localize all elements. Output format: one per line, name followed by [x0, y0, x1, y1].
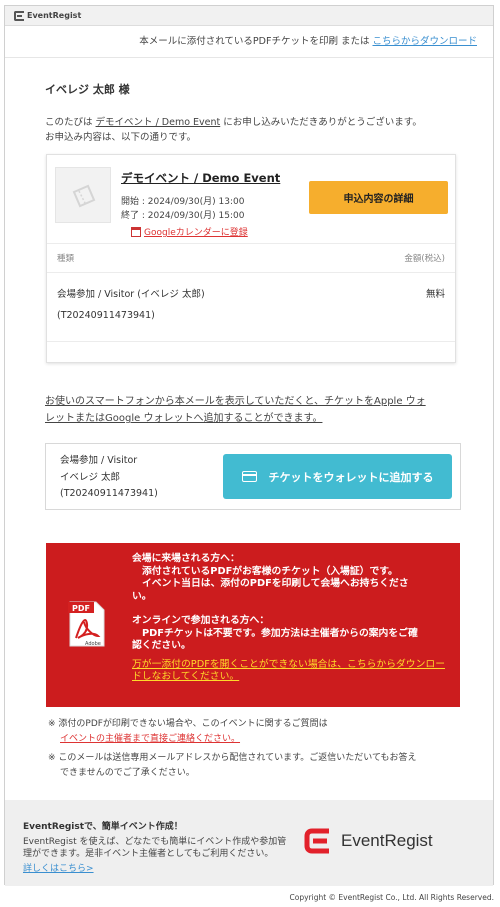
footer: EventRegistで、簡単イベント作成！ EventRegist を使えば、…: [5, 800, 493, 886]
notice-heading-venue: 会場に来場される方へ：: [132, 553, 240, 564]
print-bar: 本メールに添付されているPDFチケットを印刷 または こちらからダウンロード: [139, 33, 477, 47]
note-2-cont: できませんのでご了承ください。: [60, 767, 195, 778]
event-thumbnail: [55, 167, 111, 223]
footer-body-line2: 理ができます。是非イベント主催者としてもご利用ください。: [23, 849, 274, 859]
notice-line-3: い。: [132, 590, 152, 602]
redownload-link-line2[interactable]: ドしなおしてください。: [132, 671, 450, 684]
footer-logo-text: EventRegist: [341, 831, 433, 850]
learn-more-link[interactable]: 詳しくはこちら>: [23, 861, 94, 874]
wallet-ticket-number: (T20240911473941): [60, 488, 158, 499]
footer-body: EventRegist を使えば、どなたでも簡単にイベント作成や参加管 理ができ…: [23, 836, 288, 860]
small-logo-text: EventRegist: [27, 11, 82, 20]
print-bar-text: 本メールに添付されているPDFチケットを印刷 または: [139, 36, 373, 47]
top-bar: EventRegist: [5, 6, 493, 26]
footer-body-line1: EventRegist を使えば、どなたでも簡単にイベント作成や参加管: [23, 837, 287, 847]
notice-line-2: イベント当日は、添付のPDFを印刷して会場へお持ちくださ: [142, 578, 409, 589]
header-type: 種類: [57, 254, 75, 264]
eventregist-logo-icon: [14, 10, 24, 21]
wallet-ticket-type: 会場参加 / Visitor: [60, 455, 138, 466]
notes: ※ 添付のPDFが印刷できない場合や、このイベントに関するご質問は イベントの主…: [48, 717, 464, 780]
ticket-price: 無料: [425, 289, 445, 300]
note-1: ※ 添付のPDFが印刷できない場合や、このイベントに関するご質問は: [48, 719, 328, 729]
notice-text: 会場に来場される方へ： 添付されているPDFがお客様のチケット（入場証）です。 …: [132, 553, 450, 684]
card-divider: [47, 341, 455, 342]
wallet-attendee: イベレジ 太郎: [60, 472, 121, 483]
event-title[interactable]: デモイベント / Demo Event: [121, 170, 280, 186]
eventregist-footer-logo[interactable]: EventRegist: [303, 826, 433, 856]
event-card: デモイベント / Demo Event 開始 : 2024/09/30(月) 1…: [46, 154, 456, 363]
wallet-card-icon: [241, 471, 257, 482]
download-link[interactable]: こちらからダウンロード: [372, 36, 477, 47]
wallet-text-line1: お使いのスマートフォンから本メールを表示していただくと、チケットをApple ウ…: [45, 396, 426, 407]
divider: [5, 57, 493, 58]
event-start: 開始 : 2024/09/30(月) 13:00: [121, 197, 245, 207]
pdf-label: PDF: [72, 604, 90, 613]
ticket-number: (T20240911473941): [57, 310, 155, 321]
google-calendar-label: Googleカレンダーに登録: [144, 228, 248, 238]
eventregist-e-icon: [304, 828, 329, 854]
wallet-box: 会場参加 / Visitor イベレジ 太郎 (T20240911473941)…: [45, 443, 461, 510]
event-link[interactable]: デモイベント / Demo Event: [96, 117, 221, 128]
note-2: ※ このメールは送信専用メールアドレスから配信されています。ご返信いただいてもお…: [48, 753, 417, 763]
copyright: Copyright © EventRegist Co., Ltd. All Ri…: [289, 893, 494, 902]
eventregist-small-logo[interactable]: EventRegist: [14, 10, 82, 21]
event-end: 終了 : 2024/09/30(月) 15:00: [121, 211, 245, 221]
redownload-link-line1[interactable]: 万が一添付のPDFを開くことができない場合は、こちらからダウンロー: [132, 659, 450, 672]
intro-after: にお申し込みいただきありがとうございます。: [223, 117, 422, 128]
notice-line-1: 添付されているPDFがお客様のチケット（入場証）です。: [142, 565, 398, 577]
notice-heading-online: オンラインで参加される方へ：: [132, 615, 270, 626]
ticket-name: 会場参加 / Visitor (イベレジ 太郎): [57, 289, 205, 300]
add-to-wallet-label: チケットをウォレットに追加する: [268, 470, 434, 484]
ticket-table-header: 種類 金額(税込): [47, 243, 455, 273]
pdf-icon: PDF Adobe: [68, 601, 105, 647]
table-row: 会場参加 / Visitor (イベレジ 太郎) 無料: [57, 286, 445, 300]
calendar-icon: [131, 226, 141, 237]
notice-line-5: 認ください。: [132, 640, 191, 651]
google-calendar-link[interactable]: Googleカレンダーに登録: [131, 225, 248, 238]
notice-line-4: PDFチケットは不要です。参加方法は主催者からの案内をご確: [142, 627, 418, 639]
header-price: 金額(税込): [404, 254, 445, 264]
wallet-text-line2: レットまたはGoogle ウォレットへ追加することができます。: [45, 413, 323, 424]
intro-line2: お申込み内容は、以下の通りです。: [45, 132, 197, 143]
greeting: イベレジ 太郎 様: [45, 83, 130, 96]
wallet-info-link[interactable]: お使いのスマートフォンから本メールを表示していただくと、チケットをApple ウ…: [45, 393, 461, 427]
order-detail-button[interactable]: 申込内容の詳細: [309, 181, 448, 214]
intro-text: このたびは デモイベント / Demo Event にお申し込みいただきありがと…: [45, 115, 455, 145]
attendance-notice: PDF Adobe 会場に来場される方へ： 添付されているPDFがお客様のチケッ…: [46, 543, 460, 707]
add-to-wallet-button[interactable]: チケットをウォレットに追加する: [223, 454, 452, 499]
email-frame: EventRegist 本メールに添付されているPDFチケットを印刷 または こ…: [4, 5, 494, 886]
contact-organizer-link[interactable]: イベントの主催者まで直接ご連絡ください。: [60, 734, 240, 744]
adobe-label: Adobe: [85, 641, 101, 647]
ticket-placeholder-icon: [72, 184, 96, 208]
intro-before: このたびは: [45, 117, 93, 128]
footer-title: EventRegistで、簡単イベント作成！: [23, 822, 183, 832]
